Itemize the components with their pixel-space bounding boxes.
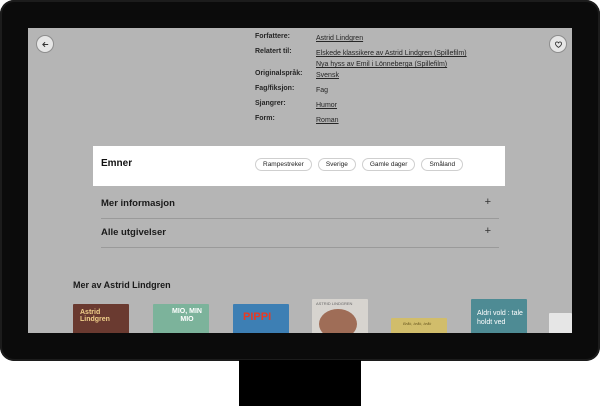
related-link[interactable]: Elskede klassikere av Astrid Lindgren (S… — [316, 48, 467, 59]
more-by-title: Mer av Astrid Lindgren — [73, 280, 171, 290]
detail-label: Sjangrer: — [255, 100, 286, 107]
book-cover[interactable]: Astrid Lindgren — [73, 304, 129, 333]
cover-title: Bråk, bråk, bråk — [403, 321, 432, 326]
detail-label: Form: — [255, 115, 275, 122]
cover-title: Astrid Lindgren — [80, 309, 110, 323]
book-cover[interactable]: Aldri vold : tale holdt ved — [471, 299, 527, 333]
heart-icon — [554, 41, 562, 48]
back-button[interactable] — [36, 35, 54, 53]
subjects-panel: Emner Rampestreker Sverige Gamle dager S… — [93, 146, 505, 186]
cover-title: ASTRID LINDGREN — [316, 301, 353, 306]
book-cover[interactable]: Bråk, bråk, bråk — [391, 318, 447, 333]
monitor-stand — [239, 360, 361, 406]
accordion-title: Mer informasjon — [101, 198, 175, 209]
plus-icon: + — [484, 225, 491, 237]
book-cover[interactable] — [549, 313, 572, 333]
author-link[interactable]: Astrid Lindgren — [316, 33, 363, 44]
cover-title: Aldri vold : tale holdt ved — [477, 310, 523, 326]
screen: Forfattere: Astrid Lindgren Relatert til… — [28, 28, 572, 333]
all-editions-accordion[interactable]: Alle utgivelser + — [101, 219, 499, 248]
detail-label: Relatert til: — [255, 48, 292, 55]
genre-link[interactable]: Humor — [316, 100, 337, 111]
detail-label: Originalspråk: — [255, 70, 303, 77]
detail-label: Forfattere: — [255, 33, 291, 40]
book-cover[interactable]: PIPPI — [233, 304, 289, 333]
subject-tag[interactable]: Småland — [421, 158, 464, 171]
language-link[interactable]: Svensk — [316, 70, 339, 81]
accordion-title: Alle utgivelser — [101, 227, 166, 238]
detail-label: Fag/fiksjon: — [255, 85, 295, 92]
subject-tag[interactable]: Gamle dager — [361, 158, 416, 171]
plus-icon: + — [484, 196, 491, 208]
subjects-title: Emner — [101, 158, 133, 169]
book-cover[interactable]: MIO, MIN MIO — [153, 304, 209, 333]
book-cover[interactable]: ASTRID LINDGREN — [312, 299, 368, 333]
fiction-value: Fag — [316, 87, 329, 94]
subject-tag[interactable]: Rampestreker — [255, 158, 312, 171]
favorite-button[interactable] — [549, 35, 567, 53]
subject-tag[interactable]: Sverige — [317, 158, 356, 171]
cover-title: PIPPI — [243, 311, 272, 323]
form-link[interactable]: Roman — [316, 115, 339, 126]
subject-tags: Rampestreker Sverige Gamle dager Småland — [255, 158, 464, 171]
cover-title: MIO, MIN MIO — [172, 308, 202, 323]
related-link[interactable]: Nya hyss av Emil i Lönneberga (Spillefil… — [316, 59, 467, 70]
arrow-left-icon — [41, 41, 48, 47]
cover-illustration — [319, 309, 357, 333]
more-info-accordion[interactable]: Mer informasjon + — [101, 190, 499, 219]
